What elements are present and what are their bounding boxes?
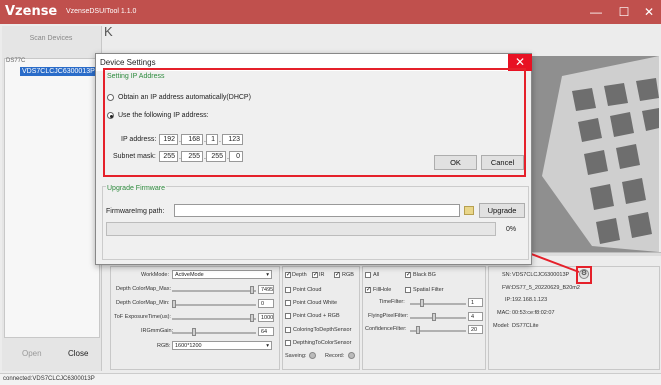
ip-octet-4[interactable]: 123	[222, 134, 243, 145]
upgrade-group-title: Upgrade Firmware	[106, 185, 166, 192]
dialog-title: Device Settings	[100, 58, 156, 67]
ip-octet-3[interactable]: 1	[206, 134, 218, 145]
ip-octet-1[interactable]: 192	[159, 134, 178, 145]
subnet-octet-1[interactable]: 255	[159, 151, 178, 162]
upgrade-progress-bar	[106, 222, 496, 236]
static-ip-radio[interactable]	[107, 112, 114, 119]
ip-group-title: Setting IP Address	[107, 73, 165, 80]
subnet-label: Subnet mask:	[113, 153, 156, 160]
cancel-button[interactable]: Cancel	[481, 155, 524, 170]
progress-percent: 0%	[506, 226, 517, 233]
ok-button[interactable]: OK	[434, 155, 477, 170]
dhcp-radio[interactable]	[107, 94, 114, 101]
subnet-octet-3[interactable]: 255	[206, 151, 226, 162]
folder-icon[interactable]	[464, 206, 474, 215]
device-settings-dialog: Device Settings ✕ Setting IP Address Obt…	[95, 53, 532, 265]
firmware-path-input[interactable]	[174, 204, 460, 217]
ip-address-label: IP address:	[121, 136, 157, 143]
ip-octet-2[interactable]: 168	[181, 134, 203, 145]
dhcp-label: Obtain an IP address automatically(DHCP)	[118, 94, 251, 101]
static-ip-label: Use the following IP address:	[118, 112, 209, 119]
upgrade-button[interactable]: Upgrade	[479, 203, 525, 218]
firmware-path-label: FirmwareImg path:	[106, 208, 165, 215]
subnet-octet-4[interactable]: 0	[229, 151, 243, 162]
subnet-octet-2[interactable]: 255	[181, 151, 203, 162]
